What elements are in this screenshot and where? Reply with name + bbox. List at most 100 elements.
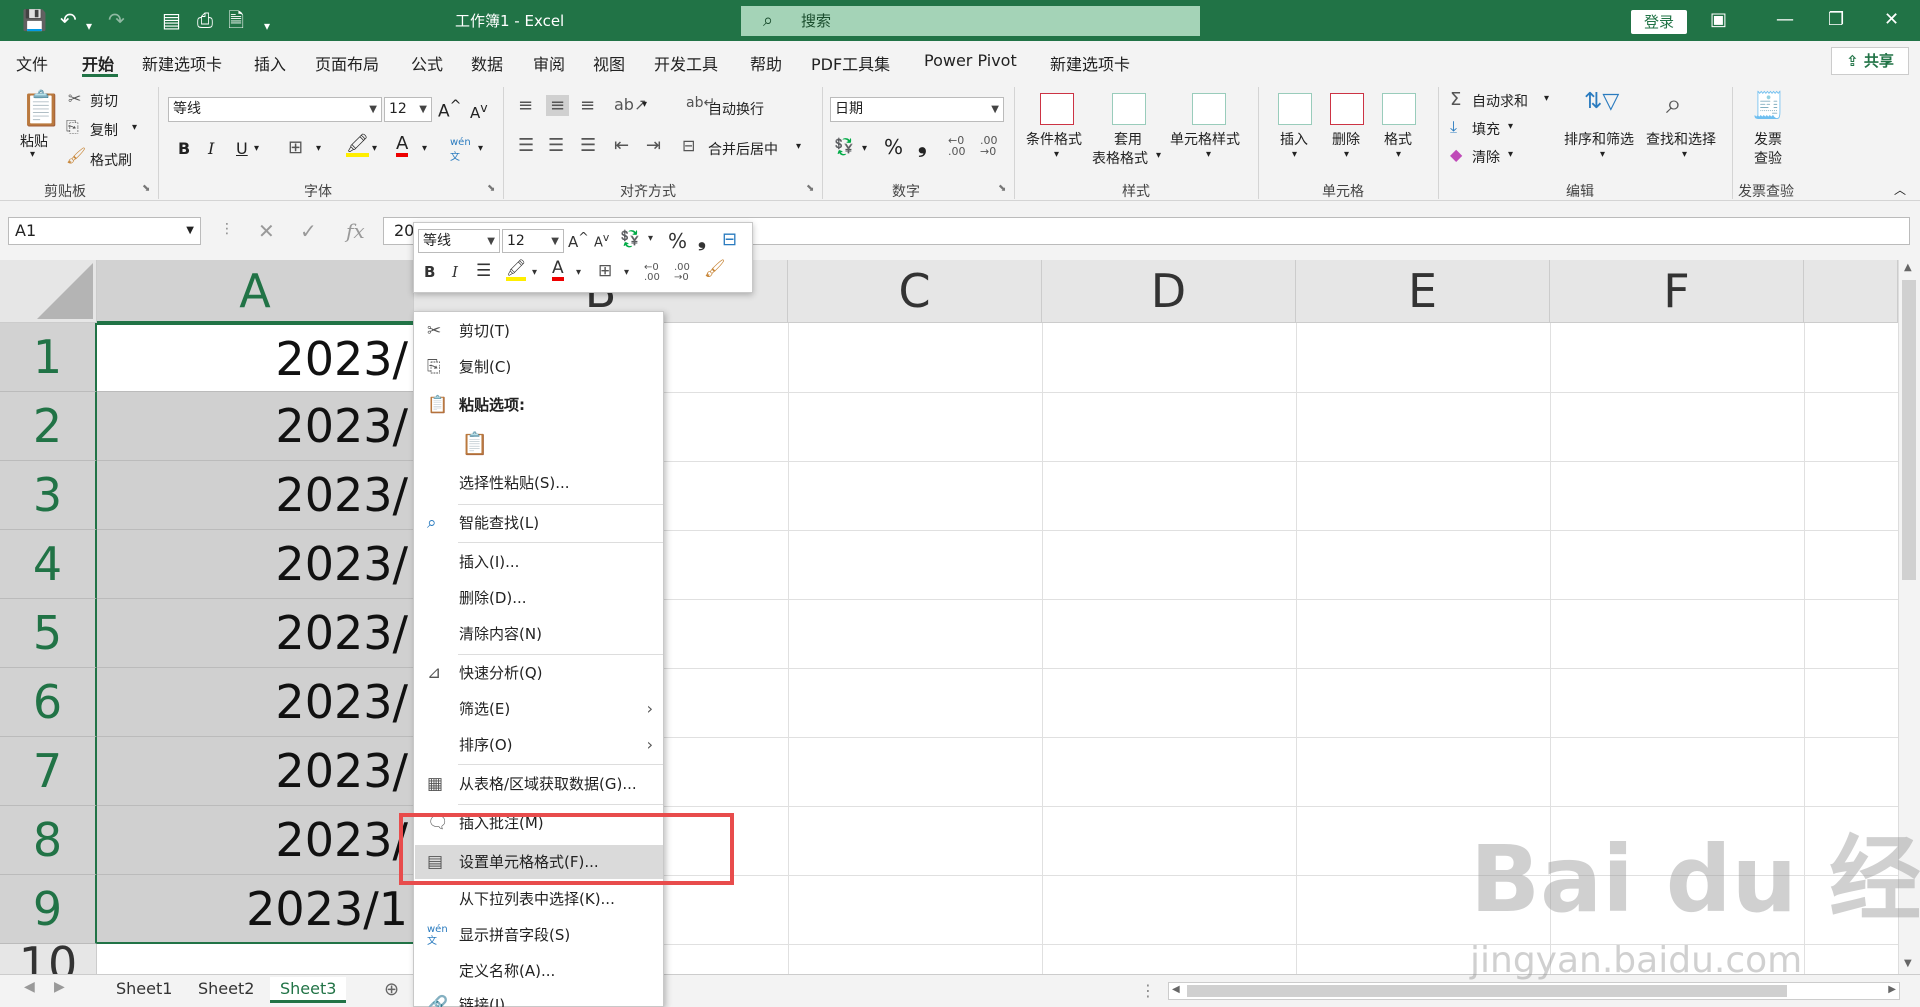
- cell-a2[interactable]: 2023/: [97, 392, 414, 461]
- cell-a6[interactable]: 2023/: [97, 668, 414, 737]
- accounting-dropdown-icon[interactable]: ▾: [862, 143, 867, 154]
- eraser-icon[interactable]: ◆: [1450, 145, 1462, 164]
- cell-a5[interactable]: 2023/: [97, 599, 414, 668]
- align-left-icon[interactable]: ☰: [518, 135, 534, 156]
- format-as-table-line2[interactable]: 表格格式: [1092, 148, 1148, 168]
- tab-new-tab-2[interactable]: 新建选项卡: [1050, 51, 1130, 75]
- clear-dropdown-icon[interactable]: ▾: [1508, 149, 1513, 160]
- invoice-line2[interactable]: 查验: [1754, 148, 1782, 168]
- tab-pdf-tools[interactable]: PDF工具集: [811, 51, 890, 75]
- underline-icon[interactable]: U: [236, 139, 248, 158]
- minimize-icon[interactable]: —: [1776, 9, 1794, 30]
- mini-font-name-combo[interactable]: 等线 ▼: [418, 229, 500, 253]
- alignment-launcher-icon[interactable]: ⬊: [806, 183, 814, 194]
- format-dropdown-icon[interactable]: ▾: [1396, 149, 1401, 160]
- tab-review[interactable]: 审阅: [533, 51, 565, 75]
- sheet-tab-2[interactable]: Sheet2: [188, 977, 264, 1003]
- copy-dropdown-icon[interactable]: ▾: [132, 122, 137, 133]
- add-sheet-icon[interactable]: ⊕: [384, 979, 399, 1000]
- font-name-combo[interactable]: 等线 ▼: [168, 97, 382, 122]
- menu-item-clear-contents[interactable]: 清除内容(N): [415, 617, 663, 651]
- font-color-icon[interactable]: A: [396, 135, 409, 157]
- restore-icon[interactable]: ❐: [1828, 9, 1844, 30]
- paste-dropdown-icon[interactable]: ▾: [30, 149, 35, 160]
- phonetic-dropdown-icon[interactable]: ▾: [478, 143, 483, 154]
- increase-font-size-icon[interactable]: A^: [568, 229, 589, 251]
- insert-cells-icon[interactable]: [1278, 93, 1312, 125]
- customize-qat-icon[interactable]: ▾: [264, 14, 270, 38]
- select-all-corner[interactable]: [0, 260, 97, 323]
- menu-item-paste-special[interactable]: 选择性粘贴(S)...: [415, 466, 663, 500]
- increase-decimal-icon[interactable]: ←0.00: [948, 135, 966, 157]
- wrap-text-button[interactable]: 自动换行: [708, 99, 764, 119]
- row-header-3[interactable]: 3: [0, 461, 97, 530]
- find-select-button[interactable]: 查找和选择: [1646, 129, 1716, 149]
- menu-item-filter[interactable]: 筛选(E) ›: [415, 692, 663, 726]
- align-middle-icon[interactable]: ≡: [546, 95, 570, 116]
- autosum-icon[interactable]: Σ: [1450, 89, 1461, 110]
- fill-down-icon[interactable]: ⤓: [1450, 117, 1457, 137]
- find-icon[interactable]: ⌕: [1666, 87, 1682, 121]
- decrease-font-size-icon[interactable]: Av: [470, 100, 488, 122]
- accounting-format-icon[interactable]: 💱: [834, 137, 854, 156]
- tab-view[interactable]: 视图: [593, 51, 625, 75]
- font-color-dropdown-icon[interactable]: ▾: [576, 267, 581, 278]
- format-painter-button[interactable]: 格式刷: [90, 150, 132, 170]
- cancel-icon[interactable]: ✕: [258, 219, 275, 243]
- italic-icon[interactable]: I: [452, 263, 458, 281]
- tab-home[interactable]: 开始: [82, 51, 114, 75]
- font-color-dropdown-icon[interactable]: ▾: [422, 143, 427, 154]
- cell-styles-button[interactable]: 单元格样式: [1170, 129, 1240, 149]
- menu-item-pick-from-list[interactable]: 从下拉列表中选择(K)...: [415, 882, 663, 916]
- mini-font-size-combo[interactable]: 12 ▼: [502, 229, 564, 253]
- increase-indent-icon[interactable]: ⇥: [646, 135, 661, 156]
- borders-dropdown-icon[interactable]: ▾: [316, 143, 321, 154]
- share-button[interactable]: ⇪ 共享: [1831, 47, 1909, 75]
- autosum-dropdown-icon[interactable]: ▾: [1544, 93, 1549, 104]
- fill-dropdown-icon[interactable]: ▾: [1508, 121, 1513, 132]
- horizontal-scroll-thumb[interactable]: [1187, 985, 1787, 997]
- menu-item-smart-lookup[interactable]: ⌕ 智能查找(L): [415, 506, 663, 540]
- cut-button[interactable]: 剪切: [90, 91, 118, 111]
- tab-developer[interactable]: 开发工具: [654, 51, 718, 75]
- decrease-indent-icon[interactable]: ⇤: [614, 135, 629, 156]
- find-dropdown-icon[interactable]: ▾: [1682, 149, 1687, 160]
- scroll-down-icon[interactable]: ▼: [1904, 958, 1912, 969]
- decrease-decimal-icon[interactable]: .00 →0: [980, 135, 998, 157]
- fill-color-dropdown-icon[interactable]: ▾: [532, 267, 537, 278]
- tab-insert[interactable]: 插入: [254, 51, 286, 75]
- align-center-icon[interactable]: ☰: [548, 135, 564, 156]
- insert-function-icon[interactable]: fx: [346, 219, 365, 243]
- cell-a8[interactable]: 2023/: [97, 806, 414, 875]
- row-header-9[interactable]: 9: [0, 875, 97, 944]
- cell-styles-dropdown-icon[interactable]: ▾: [1206, 149, 1211, 160]
- close-icon[interactable]: ✕: [1884, 9, 1899, 30]
- column-header-d[interactable]: D: [1042, 260, 1296, 323]
- copy-button[interactable]: 复制: [90, 120, 118, 140]
- next-sheet-icon[interactable]: ▶: [54, 979, 65, 995]
- align-center-icon[interactable]: ☰: [476, 261, 491, 281]
- phonetic-guide-icon[interactable]: wén 文: [450, 137, 471, 163]
- print-preview-icon[interactable]: ⎙: [197, 8, 213, 32]
- number-format-combo[interactable]: 日期 ▼: [830, 97, 1004, 122]
- search-box[interactable]: ⌕ 搜索: [741, 6, 1200, 36]
- format-painter-icon[interactable]: 🖌: [66, 146, 86, 165]
- accounting-dropdown-icon[interactable]: ▾: [648, 233, 653, 244]
- format-table-dropdown-icon[interactable]: ▾: [1156, 150, 1161, 161]
- underline-dropdown-icon[interactable]: ▾: [254, 143, 259, 154]
- worksheet-grid[interactable]: A B C D E F 1 2 3 4 5 6 7 8 9 10 2023/ 2…: [0, 260, 1898, 974]
- bold-icon[interactable]: B: [424, 263, 435, 281]
- horizontal-scrollbar[interactable]: ◀ ▶: [1168, 982, 1900, 1000]
- row-header-8[interactable]: 8: [0, 806, 97, 875]
- insert-cells-button[interactable]: 插入: [1280, 129, 1308, 149]
- menu-item-copy[interactable]: ⎘ 复制(C): [415, 350, 663, 384]
- menu-item-get-data[interactable]: ▦ 从表格/区域获取数据(G)...: [415, 767, 663, 801]
- format-painter-icon[interactable]: 🖌: [704, 259, 726, 279]
- cell-a9[interactable]: 2023/1: [97, 875, 414, 944]
- align-bottom-icon[interactable]: ≡: [580, 95, 595, 116]
- fill-color-icon[interactable]: 🖍: [346, 135, 369, 157]
- bold-icon[interactable]: B: [178, 139, 190, 158]
- row-header-5[interactable]: 5: [0, 599, 97, 668]
- borders-icon[interactable]: ⊞: [598, 261, 612, 281]
- sheet-tab-1[interactable]: Sheet1: [106, 977, 182, 1003]
